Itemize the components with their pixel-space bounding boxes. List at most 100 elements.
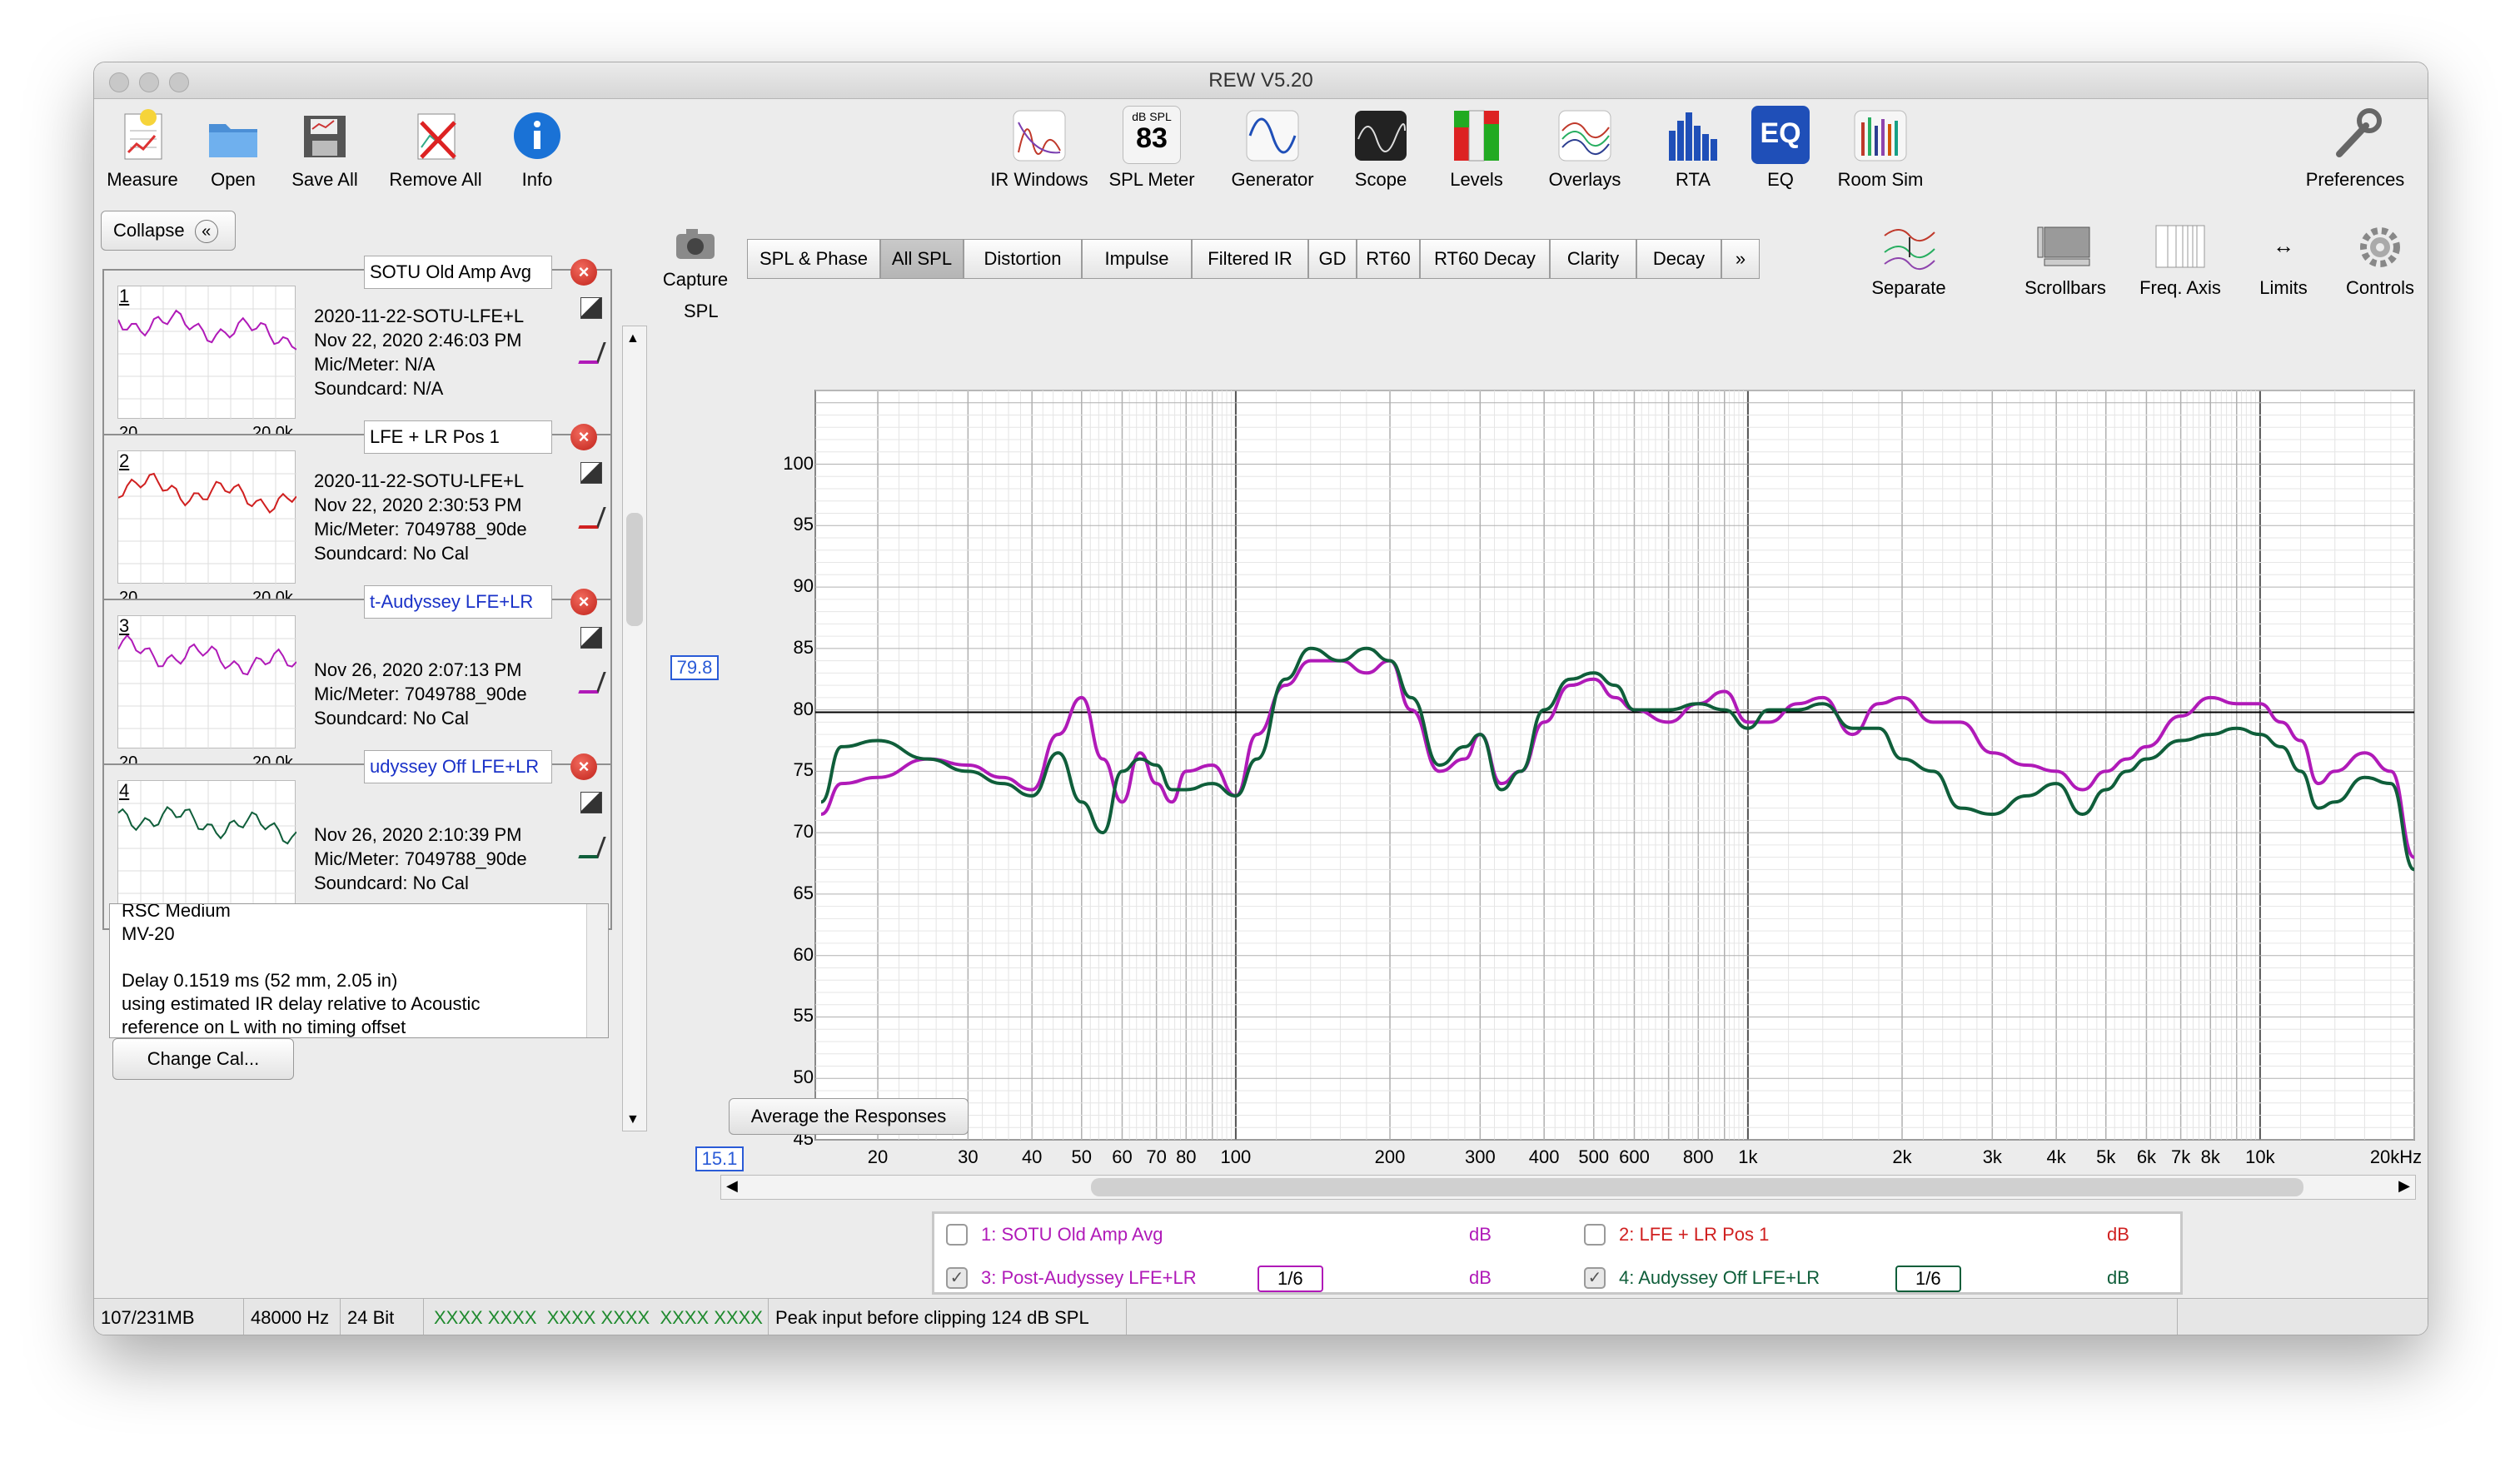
measurement-card[interactable]: 2 LFE + LR Pos 1 × 2020-11-22-SOTU-LFE+L… — [102, 420, 612, 625]
levels-icon — [1447, 106, 1506, 164]
measurement-thumbnail[interactable] — [117, 286, 297, 420]
remove-all-button[interactable]: Remove All — [377, 106, 494, 191]
overlays-button[interactable]: Overlays — [1535, 106, 1635, 191]
measurement-name-field[interactable]: udyssey Off LFE+LR — [364, 750, 552, 783]
graph-tab[interactable]: RT60 — [1357, 239, 1420, 279]
graph-tab[interactable]: SPL & Phase — [747, 239, 880, 279]
scrollbars-icon — [2036, 221, 2094, 274]
line-color-icon[interactable] — [578, 837, 606, 858]
edit-graph-icon[interactable] — [580, 627, 602, 649]
smoothing-indicator[interactable]: 1/6 — [1895, 1266, 1961, 1292]
freq-axis-icon — [2151, 221, 2209, 274]
edit-graph-icon[interactable] — [580, 792, 602, 813]
legend-label: 2: LFE + LR Pos 1 — [1619, 1224, 1770, 1245]
thumbnail-plot — [117, 781, 297, 914]
measurement-card[interactable]: 1 SOTU Old Amp Avg × 2020-11-22-SOTU-LFE… — [102, 256, 612, 460]
graph-tab[interactable]: Filtered IR — [1192, 239, 1308, 279]
graph-tab[interactable]: Decay — [1636, 239, 1721, 279]
measurement-number: 1 — [119, 286, 130, 306]
measurement-name-field[interactable]: t-Audyssey LFE+LR — [364, 585, 552, 619]
status-spacer — [1127, 1299, 2178, 1335]
scroll-left-arrow-icon[interactable]: ◀ — [726, 1177, 738, 1195]
measure-button[interactable]: Measure — [101, 106, 184, 191]
remove-measurement-icon[interactable]: × — [570, 589, 597, 615]
change-cal-button[interactable]: Change Cal... — [112, 1038, 294, 1080]
scrollbars-button[interactable]: Scrollbars — [2011, 221, 2119, 299]
camera-icon — [666, 222, 725, 266]
graph-tab[interactable]: All SPL — [880, 239, 964, 279]
controls-button[interactable]: Controls — [2334, 221, 2426, 299]
room-sim-icon — [1851, 106, 1910, 164]
graph-tab[interactable]: » — [1721, 239, 1760, 279]
measurement-thumbnail[interactable] — [117, 450, 297, 584]
measure-icon — [113, 106, 172, 164]
measurement-card[interactable]: 3 t-Audyssey LFE+LR × Nov 26, 2020 2:07:… — [102, 585, 612, 790]
save-all-button[interactable]: Save All — [279, 106, 371, 191]
separate-icon — [1880, 221, 1938, 274]
line-color-icon[interactable] — [578, 672, 606, 694]
legend-checkbox[interactable]: ✓ — [1584, 1267, 1606, 1289]
measurement-notes[interactable]: RSC Medium MV-20 Delay 0.1519 ms (52 mm, 2… — [109, 903, 609, 1038]
thumbnail-curve — [117, 309, 297, 351]
separate-button[interactable]: Separate — [1855, 221, 1963, 299]
notes-line — [122, 946, 596, 969]
overlays-icon — [1556, 106, 1614, 164]
legend-checkbox[interactable] — [1584, 1224, 1606, 1246]
limits-button[interactable]: ↔ Limits — [2238, 221, 2329, 299]
graph-tab[interactable]: Impulse — [1082, 239, 1192, 279]
graph-horizontal-scrollbar[interactable]: ◀ ▶ — [720, 1175, 2416, 1200]
graph-tab[interactable]: Clarity — [1550, 239, 1636, 279]
measurement-list-scrollbar[interactable]: ▲ ▼ — [622, 326, 647, 1131]
x-min-box[interactable]: 15.1 — [695, 1146, 744, 1171]
measurement-info: Nov 26, 2020 2:07:13 PM Mic/Meter: 70497… — [314, 659, 527, 728]
remove-measurement-icon[interactable]: × — [570, 424, 597, 450]
line-color-icon[interactable] — [578, 342, 606, 364]
reference-level-box[interactable]: 79.8 — [670, 655, 719, 680]
remove-measurement-icon[interactable]: × — [570, 259, 597, 286]
legend-unit: dB — [1469, 1224, 1492, 1245]
info-button[interactable]: Info — [504, 106, 570, 191]
measurement-name-field[interactable]: LFE + LR Pos 1 — [364, 420, 552, 454]
spl-meter-button[interactable]: dB SPL 83 SPL Meter — [1102, 106, 1202, 191]
collapse-chevrons-icon: « — [194, 220, 218, 243]
status-bar: 107/231MB 48000 Hz 24 Bit XXXX XXXX XXXX… — [94, 1298, 2428, 1335]
notes-scrollbar[interactable] — [586, 904, 608, 1037]
eq-button[interactable]: EQ EQ — [1743, 106, 1818, 191]
room-sim-button[interactable]: Room Sim — [1826, 106, 1935, 191]
measurement-thumbnail[interactable] — [117, 615, 297, 749]
edit-graph-icon[interactable] — [580, 462, 602, 484]
ir-windows-button[interactable]: IR Windows — [985, 106, 1093, 191]
measurement-name-field[interactable]: SOTU Old Amp Avg — [364, 256, 552, 289]
scope-button[interactable]: Scope — [1335, 106, 1427, 191]
eq-icon: EQ — [1751, 106, 1810, 164]
graph-tab[interactable]: GD — [1308, 239, 1357, 279]
remove-all-icon — [406, 106, 465, 164]
graph-tab[interactable]: RT60 Decay — [1420, 239, 1550, 279]
rta-button[interactable]: RTA — [1651, 106, 1735, 191]
legend-checkbox[interactable]: ✓ — [946, 1267, 968, 1289]
remove-measurement-icon[interactable]: × — [570, 753, 597, 780]
open-button[interactable]: Open — [196, 106, 271, 191]
freq-axis-button[interactable]: Freq. Axis — [2126, 221, 2234, 299]
measurement-thumbnail[interactable] — [117, 780, 297, 914]
collapse-button[interactable]: Collapse « — [101, 211, 236, 251]
preferences-button[interactable]: Preferences — [2293, 106, 2418, 191]
capture-button[interactable]: Capture — [654, 222, 737, 291]
scroll-thumb[interactable] — [626, 513, 643, 626]
levels-button[interactable]: Levels — [1435, 106, 1518, 191]
average-responses-button[interactable]: Average the Responses — [729, 1098, 969, 1135]
edit-graph-icon[interactable] — [580, 297, 602, 319]
notes-line: RSC Medium — [122, 903, 231, 921]
scroll-down-arrow-icon[interactable]: ▼ — [626, 1112, 640, 1127]
graph-scroll-thumb[interactable] — [1091, 1178, 2303, 1196]
measurement-number: 3 — [119, 615, 130, 636]
scroll-right-arrow-icon[interactable]: ▶ — [2398, 1177, 2410, 1195]
generator-button[interactable]: Generator — [1218, 106, 1327, 191]
legend-checkbox[interactable] — [946, 1224, 968, 1246]
scroll-up-arrow-icon[interactable]: ▲ — [626, 331, 640, 346]
spl-graph[interactable] — [719, 327, 2418, 1160]
smoothing-indicator[interactable]: 1/6 — [1258, 1266, 1323, 1292]
line-color-icon[interactable] — [578, 507, 606, 529]
graph-tab[interactable]: Distortion — [964, 239, 1082, 279]
legend-unit: dB — [2107, 1224, 2129, 1245]
